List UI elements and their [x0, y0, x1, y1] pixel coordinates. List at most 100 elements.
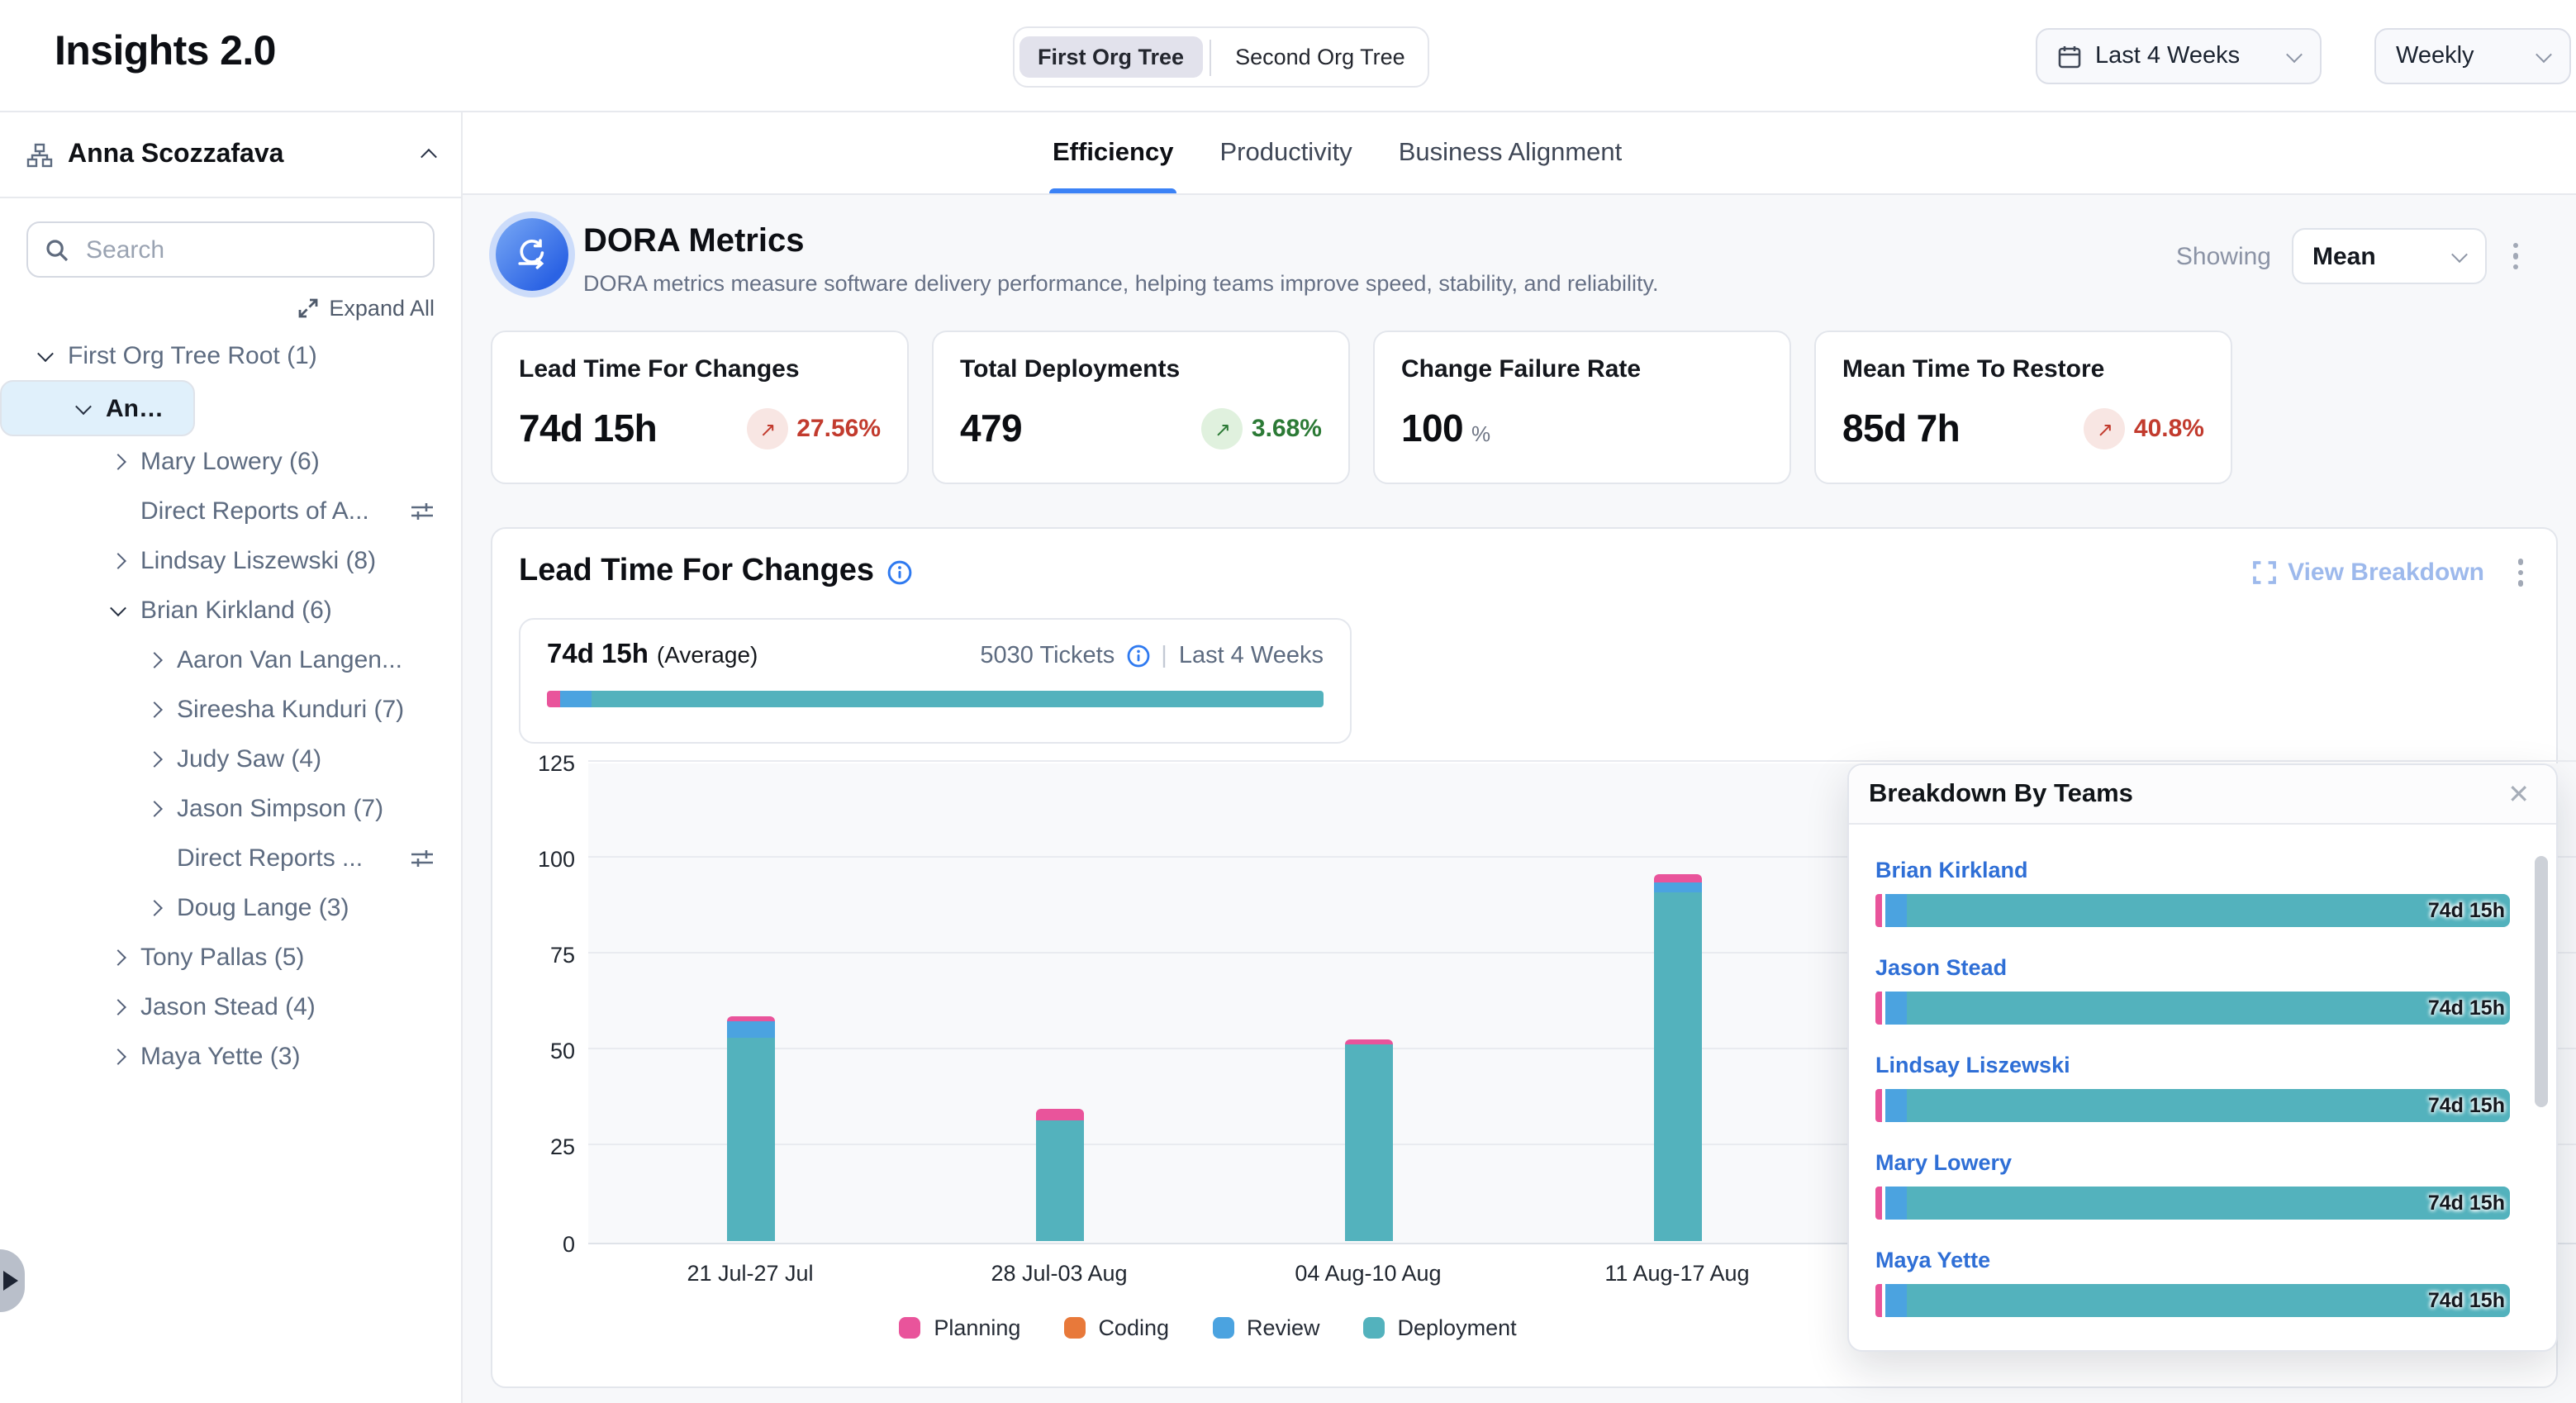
chart-legend: PlanningCodingReviewDeployment — [588, 1315, 1827, 1339]
team-row: Maya Yette 74d 15h — [1875, 1246, 2530, 1317]
search-input[interactable] — [83, 234, 418, 265]
metric-card-unit: % — [1471, 421, 1490, 446]
tree-item[interactable]: Brian Kirkland (6) — [0, 585, 461, 635]
lead-time-title: Lead Time For Changes — [519, 554, 912, 591]
tree-item[interactable]: Judy Saw (4) — [0, 734, 461, 783]
x-axis-tick-label: 04 Aug-10 Aug — [1236, 1260, 1500, 1285]
chevron-down-icon — [2536, 45, 2552, 62]
tree-item[interactable]: First Org Tree Root (1) — [0, 331, 461, 380]
org-tree-toggle: First Org Tree Second Org Tree — [1013, 26, 1430, 88]
chevron-right-icon[interactable] — [112, 554, 140, 566]
stacked-bar[interactable] — [1653, 874, 1701, 1242]
average-stacked-bar — [547, 690, 1324, 706]
chevron-right-icon[interactable] — [112, 951, 140, 963]
chevron-right-icon[interactable] — [112, 455, 140, 467]
bar-segment-deployment — [1653, 892, 1701, 1242]
tree-item[interactable]: Maya Yette (3) — [0, 1031, 461, 1081]
tree-item-label: Mary Lowery (6) — [140, 447, 461, 475]
toggle-first-org-tree[interactable]: First Org Tree — [1019, 36, 1202, 78]
tree-item[interactable]: Doug Lange (3) — [0, 882, 461, 932]
close-icon[interactable]: ✕ — [2501, 778, 2536, 811]
tree-item[interactable]: Direct Reports of A... — [0, 486, 461, 535]
tree-item-label: Judy Saw (4) — [177, 744, 461, 773]
chevron-right-icon[interactable] — [149, 802, 177, 814]
team-name-link[interactable]: Mary Lowery — [1875, 1150, 2012, 1175]
legend-item-deployment: Deployment — [1363, 1315, 1517, 1339]
tree-item[interactable]: Jason Stead (4) — [0, 982, 461, 1031]
tree-item[interactable]: Direct Reports ... — [0, 833, 461, 882]
team-name-link[interactable]: Lindsay Liszewski — [1875, 1053, 2070, 1077]
team-value: 74d 15h — [2428, 996, 2505, 1020]
team-value: 74d 15h — [2428, 1289, 2505, 1312]
granularity-dropdown[interactable]: Weekly — [2374, 28, 2571, 84]
tree-item[interactable]: Aaron Van Langen... — [0, 635, 461, 684]
chevron-up-icon[interactable] — [421, 149, 437, 165]
team-bar-deployment — [1907, 1284, 2510, 1317]
team-name-link[interactable]: Jason Stead — [1875, 955, 2007, 980]
bar-segment-deployment — [1344, 1044, 1392, 1242]
tree-item[interactable]: Tony Pallas (5) — [0, 932, 461, 982]
metric-card-value: 85d 7h — [1842, 407, 1960, 451]
chevron-down-icon[interactable] — [78, 402, 106, 414]
tree-item-label: Anna Scozzafava (7) — [106, 394, 173, 422]
team-bar-planning — [1875, 1284, 1882, 1317]
stacked-bar[interactable] — [1035, 1109, 1083, 1242]
team-name-link[interactable]: Brian Kirkland — [1875, 858, 2028, 882]
legend-label: Review — [1247, 1315, 1320, 1339]
info-icon[interactable] — [1126, 644, 1149, 667]
team-name-link[interactable]: Maya Yette — [1875, 1248, 1990, 1272]
filter-sliders-icon[interactable] — [410, 845, 435, 870]
bar-segment-deployment — [1035, 1120, 1083, 1242]
summary-bar-segment-deployment — [592, 690, 1324, 706]
delta-badge: ↗40.8% — [2084, 408, 2204, 449]
chevron-right-icon[interactable] — [149, 753, 177, 764]
tab-productivity[interactable]: Productivity — [1216, 112, 1355, 193]
trend-up-arrow-icon: ↗ — [2084, 408, 2126, 449]
chevron-right-icon[interactable] — [149, 901, 177, 913]
tree-item-label: Brian Kirkland (6) — [140, 596, 461, 624]
summary-period: Last 4 Weeks — [1179, 642, 1324, 668]
expand-all-label: Expand All — [329, 296, 435, 321]
tree-item[interactable]: Lindsay Liszewski (8) — [0, 535, 461, 585]
tickets-count: 5030 Tickets — [980, 642, 1115, 668]
chevron-right-icon[interactable] — [112, 1001, 140, 1012]
showing-select[interactable]: Mean — [2291, 228, 2486, 284]
view-breakdown-button[interactable]: View Breakdown — [2251, 559, 2484, 587]
view-breakdown-label: View Breakdown — [2288, 559, 2484, 587]
tab-bar: Efficiency Productivity Business Alignment — [463, 112, 2576, 195]
stacked-bar[interactable] — [726, 1017, 774, 1242]
dora-menu-button[interactable] — [2506, 236, 2525, 277]
tree-item[interactable]: Jason Simpson (7) — [0, 783, 461, 833]
tab-efficiency[interactable]: Efficiency — [1049, 112, 1176, 193]
tree-item[interactable]: Anna Scozzafava (7) — [0, 380, 195, 436]
tree-item-label: Tony Pallas (5) — [140, 943, 461, 971]
average-value: 74d 15h — [547, 639, 649, 670]
toggle-divider — [1209, 39, 1210, 75]
summary-bar-segment-review — [561, 690, 592, 706]
stacked-bar[interactable] — [1344, 1040, 1392, 1242]
scrollbar-thumb[interactable] — [2535, 856, 2548, 1107]
team-bar-review — [1885, 894, 1907, 927]
sidebar-user-header[interactable]: Anna Scozzafava — [0, 112, 461, 198]
chevron-right-icon[interactable] — [149, 703, 177, 715]
chevron-right-icon[interactable] — [149, 654, 177, 665]
delta-badge: ↗27.56% — [747, 408, 881, 449]
team-bar-deployment — [1907, 992, 2510, 1025]
team-bar-planning — [1875, 1187, 1882, 1220]
gridline — [588, 759, 2576, 761]
tree-item[interactable]: Mary Lowery (6) — [0, 436, 461, 486]
date-range-dropdown[interactable]: Last 4 Weeks — [2036, 28, 2322, 84]
tree-item[interactable]: Sireesha Kunduri (7) — [0, 684, 461, 734]
lead-time-menu-button[interactable] — [2511, 552, 2530, 592]
separator: | — [1161, 642, 1167, 668]
expand-all-button[interactable]: Expand All — [26, 296, 435, 321]
toggle-second-org-tree[interactable]: Second Org Tree — [1217, 36, 1423, 78]
chevron-down-icon[interactable] — [112, 604, 140, 616]
chevron-right-icon[interactable] — [112, 1050, 140, 1062]
chevron-down-icon[interactable] — [40, 350, 68, 361]
info-icon[interactable] — [887, 560, 912, 585]
tab-business-alignment[interactable]: Business Alignment — [1395, 112, 1626, 193]
bar-segment-planning — [1035, 1109, 1083, 1120]
filter-sliders-icon[interactable] — [410, 498, 435, 523]
y-axis-tick-label: 125 — [519, 750, 575, 775]
